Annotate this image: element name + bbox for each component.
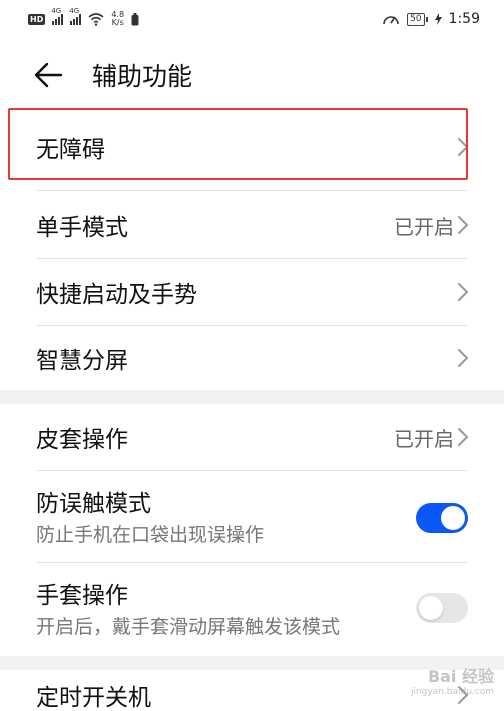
toggle-knob (419, 596, 443, 620)
notification-icon (131, 12, 139, 25)
chevron-right-icon (458, 283, 469, 301)
watermark-text: Bai 经验 (427, 667, 494, 686)
battery-icon: 50 (407, 12, 428, 26)
one-handed-mode-row[interactable]: 单手模式 已开启 (0, 192, 504, 258)
hd-badge: HD (28, 13, 46, 25)
row-label: 手套操作 (36, 583, 128, 609)
settings-group-1: 无障碍 单手模式 已开启 快捷启动及手势 智慧分屏 (0, 112, 504, 390)
row-label: 皮套操作 (36, 427, 128, 453)
settings-group-2: 皮套操作 已开启 防误触模式 防止手机在口袋出现误操作 手套操作 开启后，戴手套… (0, 404, 504, 656)
row-label: 单手模式 (36, 215, 128, 241)
smart-split-screen-row[interactable]: 智慧分屏 (0, 326, 504, 390)
row-status: 已开启 (394, 426, 454, 451)
app-header: 辅助功能 (0, 38, 504, 112)
status-bar-right: 50 1:59 (382, 11, 480, 27)
chevron-right-icon (458, 428, 469, 446)
status-bar-left: HD 4G 4G 4.8 K/s (28, 7, 139, 27)
row-label: 智慧分屏 (36, 348, 128, 374)
divider (36, 190, 468, 191)
charging-icon (434, 13, 442, 25)
row-label: 定时开关机 (36, 685, 151, 711)
watermark-url: jingyan.baidu.com (410, 687, 494, 697)
pocket-mode-toggle[interactable] (416, 503, 468, 533)
chevron-right-icon (458, 216, 469, 234)
glove-mode-toggle[interactable] (416, 593, 468, 623)
divider (36, 470, 468, 471)
network-speed: 4.8 K/s (111, 10, 125, 27)
cover-operation-row[interactable]: 皮套操作 已开启 (0, 404, 504, 470)
chevron-right-icon (458, 138, 469, 156)
row-label: 快捷启动及手势 (36, 282, 197, 308)
pocket-mode-row[interactable]: 防误触模式 防止手机在口袋出现误操作 (0, 472, 504, 562)
row-subtitle: 开启后，戴手套滑动屏幕触发该模式 (36, 616, 341, 638)
row-label: 防误触模式 (36, 491, 151, 517)
status-bar: HD 4G 4G 4.8 K/s 50 1:59 (0, 0, 504, 38)
clock: 1:59 (448, 11, 480, 27)
row-label: 无障碍 (36, 137, 105, 163)
row-subtitle: 防止手机在口袋出现误操作 (36, 524, 265, 546)
page-title: 辅助功能 (92, 62, 193, 91)
toggle-knob (441, 506, 465, 530)
row-status: 已开启 (394, 214, 454, 239)
shortcuts-gestures-row[interactable]: 快捷启动及手势 (0, 259, 504, 325)
glove-mode-row[interactable]: 手套操作 开启后，戴手套滑动屏幕触发该模式 (0, 564, 504, 656)
divider (36, 562, 468, 563)
speedometer-icon (383, 16, 399, 25)
back-arrow-icon[interactable] (33, 60, 63, 90)
accessibility-row[interactable]: 无障碍 (0, 112, 504, 182)
watermark: Bai 经验 jingyan.baidu.com (411, 663, 494, 697)
signal-icon: 4G (51, 7, 64, 25)
signal-icon: 4G (69, 7, 82, 25)
wifi-icon (88, 12, 104, 26)
chevron-right-icon (458, 349, 469, 367)
